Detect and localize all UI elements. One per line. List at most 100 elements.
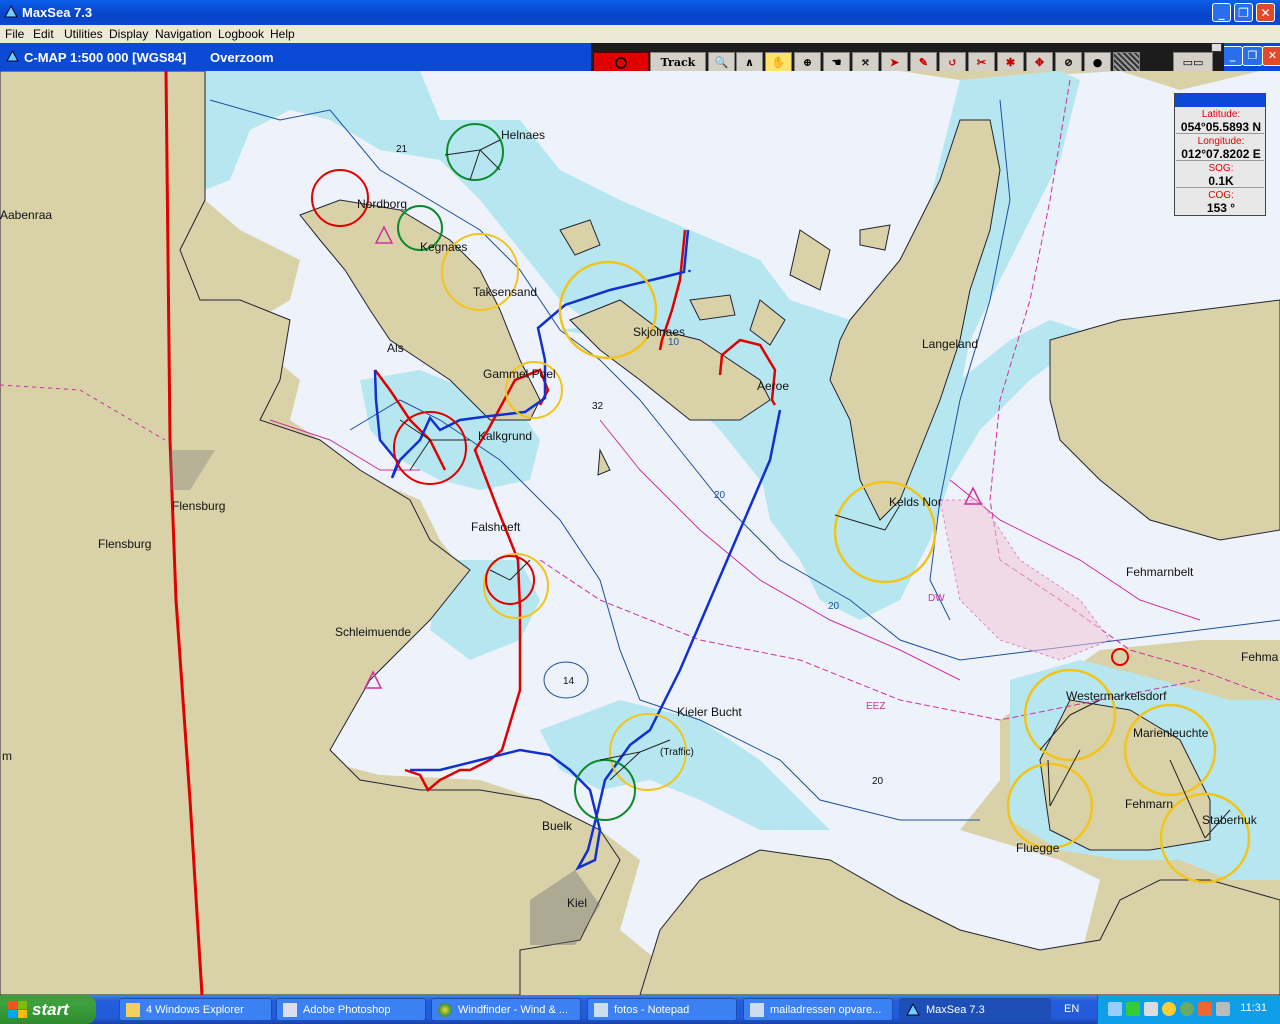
network-icon[interactable] bbox=[1108, 1002, 1122, 1016]
nav-panel-titlebar[interactable] bbox=[1175, 94, 1265, 107]
sounding-20-b: 20 bbox=[714, 490, 726, 501]
label-fehmarn: Fehmarn bbox=[1125, 797, 1174, 811]
task-windfinder[interactable]: Windfinder - Wind & ... bbox=[431, 998, 581, 1021]
label-traffic: (Traffic) bbox=[660, 747, 694, 758]
task-windows-explorer[interactable]: 4 Windows Explorer bbox=[119, 998, 272, 1021]
label-kalkgrund: Kalkgrund bbox=[478, 429, 533, 443]
window-title: MaxSea 7.3 bbox=[22, 5, 93, 20]
task-photoshop[interactable]: Adobe Photoshop bbox=[276, 998, 426, 1021]
overzoom-status: Overzoom bbox=[210, 50, 274, 65]
sog-caption: SOG: bbox=[1208, 163, 1234, 174]
signal-icon[interactable] bbox=[1126, 1002, 1140, 1016]
sog-row: SOG: 0.1K bbox=[1176, 162, 1264, 188]
menu-logbook[interactable]: Logbook bbox=[218, 27, 264, 41]
label-kelds-nor: Kelds Nor bbox=[889, 495, 942, 509]
depth-label-20: 20 bbox=[828, 601, 840, 612]
label-helnaes: Helnaes bbox=[501, 128, 546, 142]
windows-logo-icon bbox=[8, 1001, 27, 1018]
label-aeroe: Aeroe bbox=[757, 379, 790, 393]
menu-file[interactable]: File bbox=[5, 27, 24, 41]
task-label: MaxSea 7.3 bbox=[926, 1004, 985, 1016]
label-westermarkelsdorf: Westermarkelsdorf bbox=[1066, 689, 1167, 703]
label-gammel-poel: Gammel Poel bbox=[483, 367, 556, 381]
label-fehmarn-edge: Fehma bbox=[1241, 650, 1279, 664]
label-flensburg-region: Flensburg bbox=[98, 537, 152, 551]
label-taksensand: Taksensand bbox=[473, 285, 538, 299]
document-icon bbox=[750, 1003, 764, 1017]
sounding-32: 32 bbox=[592, 401, 604, 412]
language-indicator[interactable]: EN bbox=[1064, 1003, 1079, 1015]
toolbar-restore-icon[interactable] bbox=[1211, 43, 1222, 52]
label-falshoeft: Falshoeft bbox=[471, 520, 521, 534]
cog-row: COG: 153 ° bbox=[1176, 189, 1264, 215]
label-dw: DW bbox=[928, 593, 945, 604]
start-label: start bbox=[32, 1000, 69, 1019]
latitude-value: 054°05.5893 N bbox=[1180, 120, 1262, 134]
record-icon bbox=[615, 57, 627, 69]
label-eez: EEZ bbox=[866, 701, 886, 712]
menu-bar: File Edit Utilities Display Navigation L… bbox=[0, 25, 1280, 43]
longitude-value: 012°07.8202 E bbox=[1181, 147, 1261, 161]
chart-close-button[interactable]: ✕ bbox=[1262, 46, 1280, 66]
cog-value: 153 ° bbox=[1206, 201, 1236, 215]
cog-caption: COG: bbox=[1208, 190, 1234, 201]
chart-icon bbox=[6, 50, 19, 62]
label-kegnaes: Kegnaes bbox=[420, 240, 468, 254]
task-label: Adobe Photoshop bbox=[303, 1004, 391, 1016]
label-nordborg: Nordborg bbox=[357, 197, 408, 211]
close-button[interactable]: ✕ bbox=[1256, 3, 1275, 22]
task-label: mailadressen opvare... bbox=[770, 1004, 882, 1016]
menu-navigation[interactable]: Navigation bbox=[155, 27, 212, 41]
notepad-icon bbox=[594, 1003, 608, 1017]
security-icon[interactable] bbox=[1162, 1002, 1176, 1016]
label-m-edge: m bbox=[2, 749, 12, 763]
usb-icon[interactable] bbox=[1216, 1002, 1230, 1016]
task-label: fotos - Notepad bbox=[614, 1004, 690, 1016]
task-mailadressen[interactable]: mailadressen opvare... bbox=[743, 998, 893, 1021]
longitude-caption: Longitude: bbox=[1197, 136, 1245, 147]
chrome-icon bbox=[438, 1003, 452, 1017]
chart-minimize-button[interactable]: _ bbox=[1222, 46, 1243, 66]
clock[interactable]: 11:31 bbox=[1240, 1002, 1267, 1014]
label-flensburg-town: Flensburg bbox=[172, 499, 226, 513]
chart-scale-label: C-MAP 1:500 000 [WGS84] bbox=[24, 50, 187, 65]
task-maxsea[interactable]: MaxSea 7.3 bbox=[899, 998, 1051, 1021]
label-fluegge: Fluegge bbox=[1016, 841, 1060, 855]
sog-value: 0.1K bbox=[1208, 174, 1234, 188]
label-schleimuende: Schleimuende bbox=[335, 625, 412, 639]
menu-display[interactable]: Display bbox=[109, 27, 148, 41]
window-titlebar[interactable]: MaxSea 7.3 _ ❐ ✕ bbox=[0, 0, 1280, 25]
menu-utilities[interactable]: Utilities bbox=[64, 27, 103, 41]
longitude-row: Longitude: 012°07.8202 E bbox=[1176, 135, 1264, 161]
menu-edit[interactable]: Edit bbox=[33, 27, 54, 41]
app-tray-icon[interactable] bbox=[1198, 1002, 1212, 1016]
chart-restore-button[interactable]: ❐ bbox=[1242, 46, 1263, 66]
sounding-20: 20 bbox=[872, 776, 884, 787]
menu-help[interactable]: Help bbox=[270, 27, 295, 41]
minimize-button[interactable]: _ bbox=[1212, 3, 1231, 22]
task-label: 4 Windows Explorer bbox=[146, 1004, 244, 1016]
task-label: Windfinder - Wind & ... bbox=[458, 1004, 569, 1016]
start-button[interactable]: start bbox=[0, 995, 96, 1024]
label-staberhuk: Staberhuk bbox=[1202, 813, 1257, 827]
maxsea-task-icon bbox=[906, 1003, 920, 1016]
nautical-chart[interactable]: Helnaes Nordborg Aabenraa Kegnaes Taksen… bbox=[0, 71, 1280, 995]
maxsea-app-icon bbox=[4, 5, 18, 18]
depth-label-10: 10 bbox=[668, 337, 680, 348]
label-als: Als bbox=[387, 341, 404, 355]
nav-data-panel[interactable]: Latitude: 054°05.5893 N Longitude: 012°0… bbox=[1174, 93, 1266, 216]
volume-icon[interactable] bbox=[1144, 1002, 1158, 1016]
photoshop-icon bbox=[283, 1003, 297, 1017]
maximize-button[interactable]: ❐ bbox=[1234, 3, 1253, 22]
label-aabenraa: Aabenraa bbox=[0, 208, 53, 222]
update-icon[interactable] bbox=[1180, 1002, 1194, 1016]
label-langeland: Langeland bbox=[922, 337, 979, 351]
chart-canvas bbox=[0, 71, 1280, 995]
task-notepad[interactable]: fotos - Notepad bbox=[587, 998, 737, 1021]
latitude-caption: Latitude: bbox=[1201, 109, 1241, 120]
label-kiel: Kiel bbox=[567, 896, 588, 910]
windows-taskbar: start 4 Windows Explorer Adobe Photoshop… bbox=[0, 995, 1280, 1024]
folder-icon bbox=[126, 1003, 140, 1017]
label-marienleuchte: Marienleuchte bbox=[1133, 726, 1209, 740]
sounding-21: 21 bbox=[396, 144, 408, 155]
